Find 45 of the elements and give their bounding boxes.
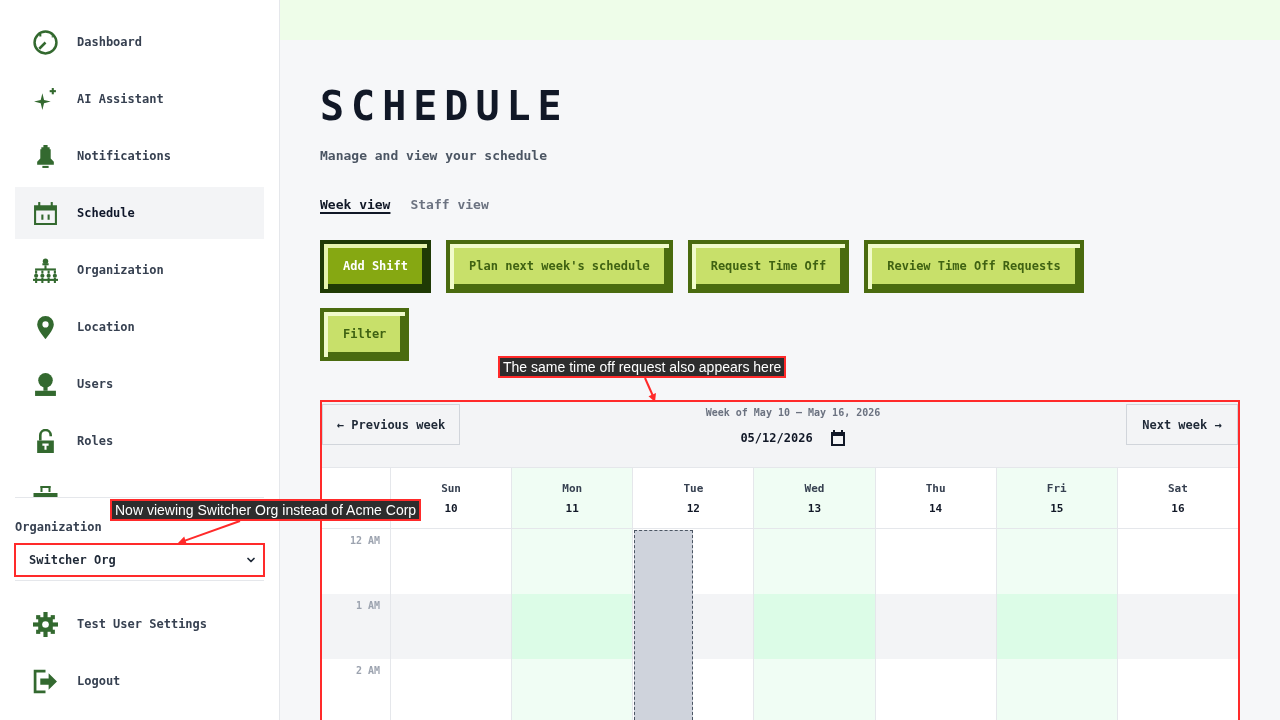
- previous-week-button[interactable]: ← Previous week: [322, 404, 460, 445]
- next-week-button[interactable]: Next week →: [1126, 404, 1238, 445]
- annotation-label: The same time off request also appears here: [498, 356, 787, 378]
- day-name: Thu: [925, 482, 946, 496]
- org-chart-icon: [33, 257, 58, 283]
- day-name: Sun: [441, 482, 461, 496]
- action-button[interactable]: Plan next week's schedule: [446, 240, 673, 293]
- annotation-label: Now viewing Switcher Org instead of Acme Corp: [110, 499, 422, 521]
- day-date: 15: [1050, 502, 1064, 516]
- day-date: 10: [444, 502, 458, 516]
- view-tab[interactable]: Week view: [320, 195, 391, 215]
- day-date: 16: [1171, 502, 1185, 516]
- day-name: Wed: [804, 482, 825, 496]
- action-button[interactable]: Request Time Off: [687, 240, 850, 293]
- day-date: 12: [686, 502, 700, 516]
- week-range-label: Week of May 10 – May 16, 2026: [705, 406, 881, 420]
- organization-label: Organization: [15, 519, 102, 535]
- view-tab[interactable]: Staff view: [410, 195, 489, 215]
- page-title: SCHEDULE: [320, 86, 569, 127]
- day-name: Fri: [1046, 482, 1067, 496]
- nav-item[interactable]: Schedule: [15, 187, 264, 239]
- day-date: 14: [929, 502, 943, 516]
- day-date: 11: [565, 502, 579, 516]
- account-item[interactable]: Logout: [15, 655, 264, 707]
- date-field[interactable]: 05/12/2026: [740, 428, 846, 448]
- day-date: 13: [807, 502, 822, 516]
- hour-label: 12 AM: [349, 534, 380, 548]
- hour-label: 1 AM: [355, 599, 380, 613]
- action-button[interactable]: Filter: [320, 308, 410, 361]
- hour-label: 2 AM: [355, 664, 380, 678]
- sparkle-icon: [33, 86, 58, 112]
- page-subtitle: Manage and view your schedule: [320, 147, 547, 165]
- gauge-icon: [33, 29, 58, 55]
- action-button[interactable]: Review Time Off Requests: [864, 240, 1084, 293]
- account-item[interactable]: Test User Settings: [15, 598, 264, 650]
- day-name: Tue: [683, 482, 704, 496]
- calendar-icon: [33, 200, 58, 226]
- day-name: Mon: [562, 482, 583, 496]
- settings-icon: [33, 611, 58, 637]
- logout-icon: [33, 668, 58, 694]
- day-name: Sat: [1167, 482, 1188, 496]
- time-off-block[interactable]: [634, 530, 694, 720]
- user-icon: [33, 371, 58, 397]
- cut-off-icon: [33, 486, 58, 497]
- calendar-icon: [829, 430, 846, 446]
